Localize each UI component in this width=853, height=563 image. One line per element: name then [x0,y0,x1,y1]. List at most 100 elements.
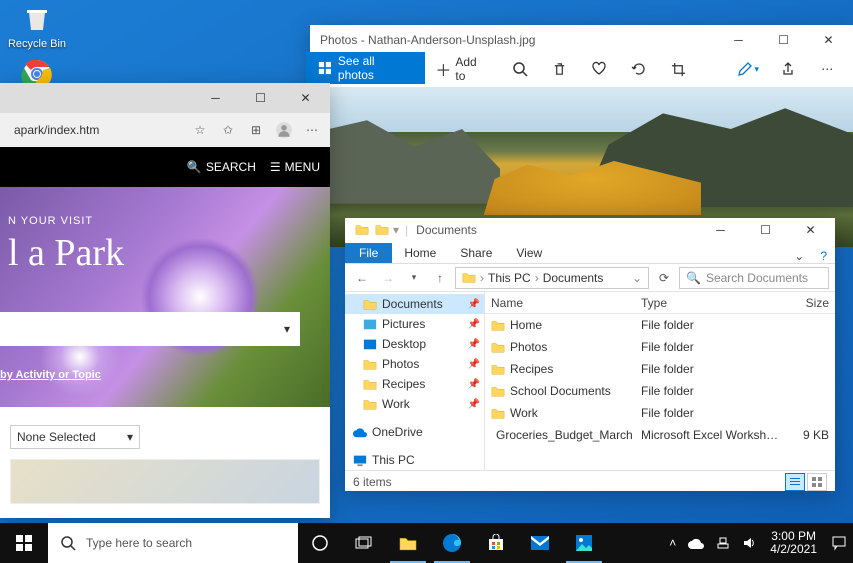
edit-button[interactable]: ▾ [728,53,768,85]
folder-icon [375,223,389,237]
chevron-right-icon: › [535,271,539,285]
table-row[interactable]: School DocumentsFile folder [485,380,835,402]
photos-icon [575,534,593,552]
page-search-button[interactable]: 🔍SEARCH [187,160,256,174]
favorite-star-icon[interactable]: ☆ [190,120,210,140]
photos-taskbar-icon[interactable] [562,523,606,563]
rotate-button[interactable] [619,53,659,85]
circle-icon [311,534,329,552]
folder-icon [355,223,369,237]
search-input[interactable]: 🔍 Search Documents [679,267,829,289]
recycle-bin[interactable]: Recycle Bin [2,2,72,50]
maximize-button[interactable]: ☐ [238,83,283,113]
share-button[interactable] [768,53,808,85]
delete-button[interactable] [539,53,579,85]
grid-icon [318,61,332,75]
edge-icon [442,533,462,553]
home-tab[interactable]: Home [392,243,448,263]
page-menu-button[interactable]: ☰MENU [270,160,320,174]
cortana-button[interactable] [298,523,342,563]
maximize-button[interactable]: ☐ [743,215,788,245]
action-center-icon[interactable] [825,523,853,563]
favorite-button[interactable] [579,53,619,85]
more-button[interactable]: ⋯ [807,53,847,85]
status-text: 6 items [353,475,392,489]
tree-item[interactable]: Work📌 [345,394,484,414]
search-icon: 🔍 [187,160,202,174]
col-name[interactable]: Name [485,296,635,310]
up-button[interactable]: ↑ [429,267,451,289]
edge-taskbar-icon[interactable] [430,523,474,563]
dropdown[interactable]: ▾ [0,312,300,346]
table-row[interactable]: WorkFile folder [485,402,835,424]
map-preview[interactable] [10,459,320,504]
address-bar[interactable]: apark/index.htm [8,123,182,137]
thumbnails-view-button[interactable] [807,473,827,491]
close-button[interactable]: ✕ [283,83,328,113]
mail-taskbar-icon[interactable] [518,523,562,563]
tray-onedrive-icon[interactable] [682,523,710,563]
forward-button[interactable]: → [377,267,399,289]
minimize-button[interactable]: ─ [698,215,743,245]
table-row[interactable]: XGroceries_Budget_MarchMicrosoft Excel W… [485,424,835,446]
col-size[interactable]: Size [785,296,835,310]
breadcrumb[interactable]: › This PC › Documents ⌄ [455,267,649,289]
taskbar-clock[interactable]: 3:00 PM 4/2/2021 [762,530,825,556]
col-type[interactable]: Type [635,296,785,310]
share-tab[interactable]: Share [448,243,504,263]
photos-titlebar[interactable]: Photos - Nathan-Anderson-Unsplash.jpg ─ … [310,25,853,55]
view-tab[interactable]: View [504,243,554,263]
recent-dropdown[interactable]: ▾ [403,267,425,289]
add-to-button[interactable]: ＋ Add to [425,55,499,83]
tree-item[interactable]: Photos📌 [345,354,484,374]
see-all-photos-button[interactable]: See all photos [306,52,425,84]
minimize-button[interactable]: ─ [716,25,761,55]
tree-item[interactable]: Documents📌 [345,294,484,314]
store-taskbar-icon[interactable] [474,523,518,563]
task-view-button[interactable] [342,523,386,563]
none-selected-dropdown[interactable]: None Selected▾ [10,425,140,449]
minimize-button[interactable]: ─ [193,83,238,113]
hero-eyebrow: N YOUR VISIT [8,215,124,227]
chevron-right-icon: › [480,271,484,285]
explorer-titlebar[interactable]: ▾ | Documents ─ ☐ ✕ [345,218,835,242]
close-button[interactable]: ✕ [788,215,833,245]
browser-window: ─ ☐ ✕ apark/index.htm ☆ ✩ ⊞ ⋯ 🔍SEARCH ☰M… [0,83,330,518]
start-button[interactable] [0,523,48,563]
refresh-button[interactable]: ⟳ [653,267,675,289]
zoom-button[interactable] [500,53,540,85]
by-activity-link[interactable]: by Activity or Topic [0,369,101,381]
favorites-icon[interactable]: ✩ [218,120,238,140]
chevron-down-icon[interactable]: ⌄ [632,271,642,285]
more-icon[interactable]: ⋯ [302,120,322,140]
explorer-taskbar-icon[interactable] [386,523,430,563]
table-row[interactable]: RecipesFile folder [485,358,835,380]
tray-expand-icon[interactable]: ˄ [663,523,682,563]
tree-onedrive[interactable]: OneDrive [345,422,484,442]
maximize-button[interactable]: ☐ [761,25,806,55]
browser-titlebar[interactable]: ─ ☐ ✕ [0,83,330,113]
table-row[interactable]: PhotosFile folder [485,336,835,358]
tree-item[interactable]: Pictures📌 [345,314,484,334]
tree-item[interactable]: Desktop📌 [345,334,484,354]
table-row[interactable]: HomeFile folder [485,314,835,336]
folder-icon [462,271,476,285]
file-explorer-window: ▾ | Documents ─ ☐ ✕ File Home Share View… [345,218,835,491]
tray-volume-icon[interactable] [736,523,762,563]
close-button[interactable]: ✕ [806,25,851,55]
back-button[interactable]: ← [351,267,373,289]
chevron-down-icon: ▾ [755,64,760,75]
hamburger-icon: ☰ [270,160,281,174]
crop-button[interactable] [658,53,698,85]
details-view-button[interactable] [785,473,805,491]
ribbon-expand-icon[interactable]: ⌄ [786,249,812,263]
taskbar-search[interactable]: Type here to search [48,523,298,563]
tree-thispc[interactable]: This PC [345,450,484,470]
collections-icon[interactable]: ⊞ [246,120,266,140]
help-icon[interactable]: ? [812,249,835,263]
folder-icon [398,535,418,551]
tray-network-icon[interactable] [710,523,736,563]
profile-icon[interactable] [274,120,294,140]
tree-item[interactable]: Recipes📌 [345,374,484,394]
file-tab[interactable]: File [345,243,392,263]
